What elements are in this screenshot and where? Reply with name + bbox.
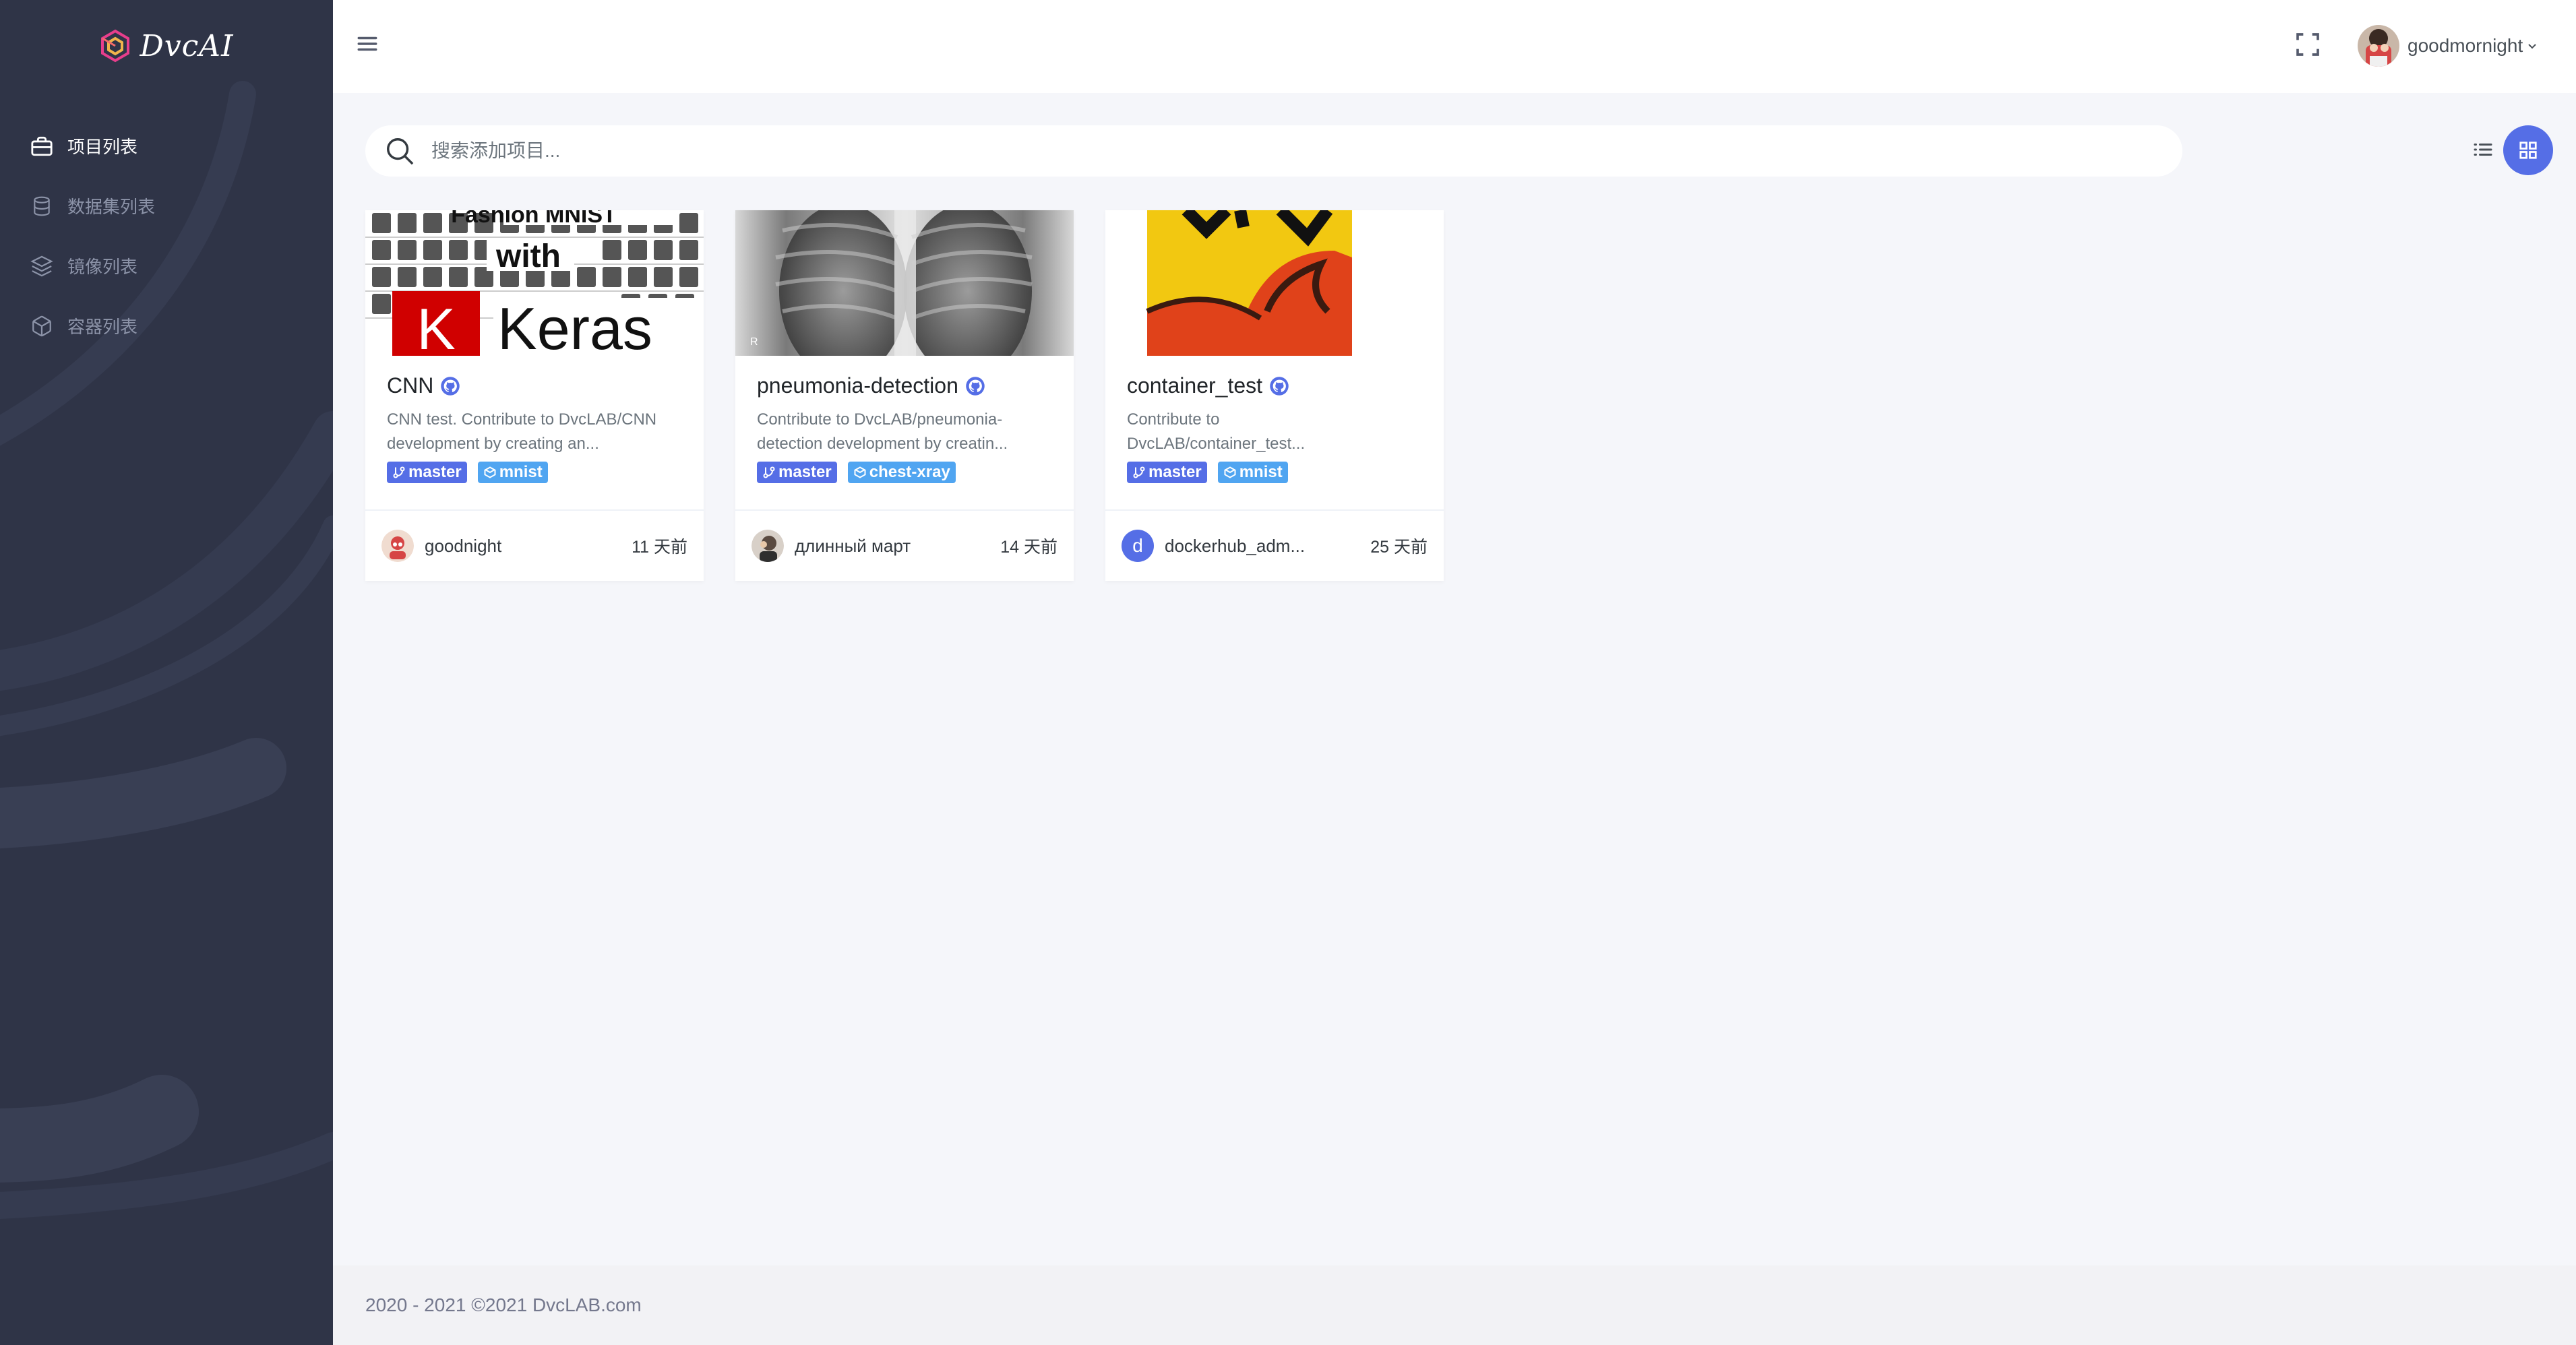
dataset-label: mnist (499, 463, 543, 481)
topbar: goodmornight (333, 0, 2576, 93)
project-thumbnail: Fashion MNIST with K Keras (365, 210, 704, 356)
project-title[interactable]: CNN (387, 373, 433, 398)
project-description: CNN test. Contribute to DvcLAB/CNN devel… (387, 410, 657, 453)
sidebar-item-label: 数据集列表 (67, 197, 156, 217)
project-card-footer: d dockerhub_adm... 25 天前 (1105, 511, 1444, 581)
dataset-label: mnist (1239, 463, 1283, 481)
project-card-footer: goodnight 11 天前 (365, 511, 704, 581)
updated-time: 25 天前 (1370, 538, 1428, 557)
dataset-icon (1224, 466, 1236, 478)
dataset-label: chest-xray (869, 463, 950, 481)
sidebar-item-label: 项目列表 (67, 137, 138, 157)
briefcase-icon (30, 134, 54, 158)
search-bar (365, 125, 2182, 177)
git-branch-icon (393, 466, 405, 478)
thumbnail-text-keras: Keras (497, 295, 652, 356)
xray-marker: R (750, 336, 758, 348)
sidebar-item-label: 镜像列表 (67, 257, 138, 277)
grid-view-button[interactable] (2503, 125, 2553, 175)
project-thumbnail (1105, 210, 1444, 356)
github-icon[interactable] (440, 376, 460, 396)
updated-time: 11 天前 (632, 538, 687, 557)
project-card-body: pneumonia-detection Contribute to DvcLAB… (735, 356, 1074, 511)
project-tags: master mnist (1127, 462, 1422, 483)
project-tags: master mnist (387, 462, 682, 483)
branch-label: master (1148, 463, 1202, 481)
dataset-tag[interactable]: mnist (1217, 462, 1288, 483)
grid-icon (2519, 142, 2537, 159)
sidebar-item-projects[interactable]: 项目列表 (0, 116, 333, 176)
thumbnail-text-k: K (417, 297, 455, 356)
search-icon (387, 138, 414, 165)
branch-tag[interactable]: master (387, 462, 467, 483)
git-branch-icon (763, 466, 775, 478)
copyright-text: 2020 - 2021 ©2021 DvcLAB.com (365, 1294, 642, 1315)
github-icon[interactable] (965, 376, 985, 396)
box-icon (30, 314, 54, 338)
thumbnail-text-title: Fashion MNIST (451, 210, 617, 228)
main-content: Fashion MNIST with K Keras CNN CNN test (333, 93, 2576, 1265)
project-card-body: container_test Contribute to DvcLAB/cont… (1105, 356, 1444, 511)
dataset-tag[interactable]: mnist (477, 462, 548, 483)
git-branch-icon (1133, 466, 1145, 478)
owner-avatar (381, 530, 414, 562)
list-view-icon[interactable] (2471, 137, 2495, 162)
app-root: DvcAI 项目列表 数据集列表 镜像列表 容器列表 goodmornight … (0, 0, 2576, 1345)
updated-time: 14 天前 (1000, 538, 1057, 557)
dataset-icon (854, 466, 866, 478)
project-card-footer: длинный март 14 天前 (735, 511, 1074, 581)
logo[interactable]: DvcAI (0, 26, 333, 66)
owner-name: длинный март (795, 535, 911, 556)
owner-avatar (752, 530, 784, 562)
project-grid: Fashion MNIST with K Keras CNN CNN test.… (365, 210, 1475, 581)
sidebar-item-containers[interactable]: 容器列表 (0, 296, 333, 356)
search-input[interactable] (431, 140, 2182, 162)
branch-label: master (778, 463, 832, 481)
logo-cube-icon (100, 29, 129, 63)
thumbnail-text-with: with (495, 239, 561, 274)
sidebar-nav: 项目列表 数据集列表 镜像列表 容器列表 (0, 116, 333, 356)
project-card-body: CNN CNN test. Contribute to DvcLAB/CNN d… (365, 356, 704, 511)
layers-icon (30, 254, 54, 278)
owner-name: dockerhub_adm... (1165, 535, 1306, 556)
logo-text: DvcAI (140, 28, 234, 63)
project-card[interactable]: Fashion MNIST with K Keras CNN CNN test.… (365, 210, 704, 581)
branch-tag[interactable]: master (1127, 462, 1207, 483)
sidebar: DvcAI 项目列表 数据集列表 镜像列表 容器列表 (0, 0, 333, 1345)
project-card[interactable]: container_test Contribute to DvcLAB/cont… (1105, 210, 1444, 581)
owner-initial: d (1132, 535, 1143, 556)
username: goodmornight (2408, 35, 2523, 56)
project-title[interactable]: container_test (1127, 373, 1262, 398)
project-card[interactable]: R pneumonia-detection Contribute to DvcL… (735, 210, 1074, 581)
user-avatar (2358, 25, 2399, 67)
hamburger-icon[interactable] (356, 32, 379, 55)
sidebar-item-datasets[interactable]: 数据集列表 (0, 176, 333, 236)
database-icon (30, 194, 54, 218)
branch-label: master (408, 463, 462, 481)
project-tags: master chest-xray (757, 462, 1052, 483)
project-description: Contribute to DvcLAB/pneumonia-detection… (757, 410, 1008, 453)
project-title[interactable]: pneumonia-detection (757, 373, 958, 398)
user-menu[interactable]: goodmornight (2358, 24, 2538, 67)
dataset-tag[interactable]: chest-xray (847, 462, 956, 483)
github-icon[interactable] (1269, 376, 1289, 396)
owner-avatar: d (1122, 530, 1154, 562)
project-description: Contribute to DvcLAB/container_test... (1127, 410, 1306, 453)
fullscreen-icon[interactable] (2294, 31, 2321, 58)
sidebar-item-label: 容器列表 (67, 317, 138, 337)
sidebar-item-images[interactable]: 镜像列表 (0, 236, 333, 296)
project-thumbnail: R (735, 210, 1074, 356)
chevron-down-icon (2528, 44, 2536, 49)
owner-name: goodnight (425, 535, 502, 556)
branch-tag[interactable]: master (757, 462, 837, 483)
page-footer: 2020 - 2021 ©2021 DvcLAB.com (333, 1265, 2576, 1345)
dataset-icon (484, 466, 496, 478)
